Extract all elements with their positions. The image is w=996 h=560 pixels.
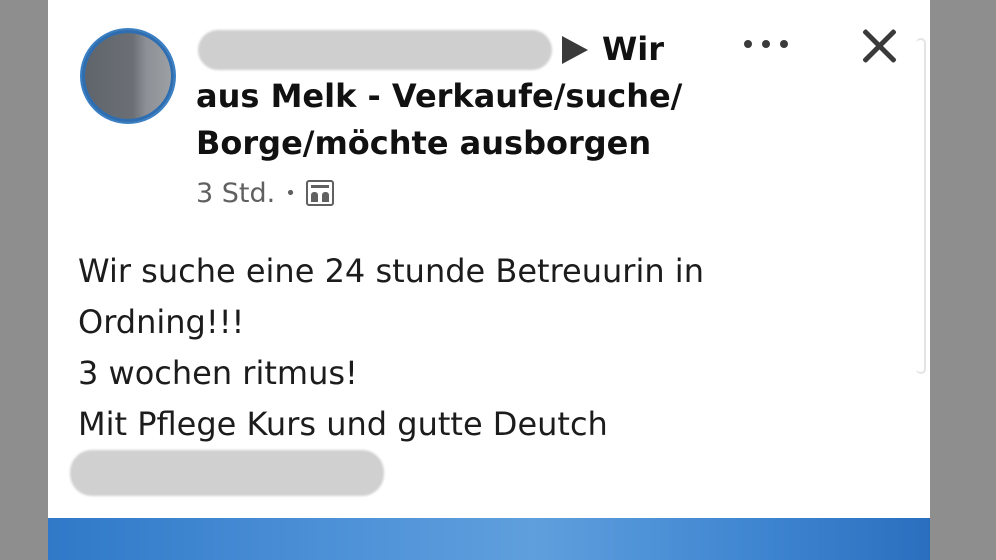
avatar[interactable] — [80, 28, 176, 124]
redacted-text — [70, 450, 384, 496]
group-name-part1[interactable]: Wir — [196, 26, 756, 73]
close-icon[interactable] — [860, 26, 900, 66]
post-meta: 3 Std. • — [196, 176, 334, 210]
post-body-line: Mit Pflege Kurs und gutte Deutch — [78, 405, 608, 443]
right-backdrop — [930, 0, 996, 560]
group-name-part2[interactable]: aus Melk - Verkaufe/suche/ — [196, 73, 756, 120]
post-body-line: Ordning!!! — [78, 303, 245, 341]
scrollbar[interactable] — [916, 38, 926, 374]
post-body: Wir suche eine 24 stunde Betreuurin in O… — [78, 246, 858, 450]
post-card: Wir aus Melk - Verkaufe/suche/ Borge/möc… — [48, 0, 930, 560]
screen: Wir aus Melk - Verkaufe/suche/ Borge/möc… — [0, 0, 996, 560]
dot — [780, 40, 788, 48]
meta-separator: • — [285, 182, 296, 204]
group-audience-icon — [305, 180, 334, 206]
post-timestamp[interactable]: 3 Std. — [196, 178, 275, 209]
post-body-line: Wir suche eine 24 stunde Betreuurin in — [78, 252, 704, 290]
dot — [744, 40, 752, 48]
post-body-line: 3 wochen ritmus! — [78, 354, 358, 392]
group-name-part3[interactable]: Borge/möchte ausborgen — [196, 120, 756, 167]
left-backdrop — [0, 0, 48, 560]
post-header-title[interactable]: Wir aus Melk - Verkaufe/suche/ Borge/möc… — [196, 26, 756, 167]
avatar-ring — [82, 30, 174, 122]
dot — [762, 40, 770, 48]
more-options-icon[interactable] — [744, 36, 788, 52]
post-image[interactable] — [48, 518, 930, 560]
